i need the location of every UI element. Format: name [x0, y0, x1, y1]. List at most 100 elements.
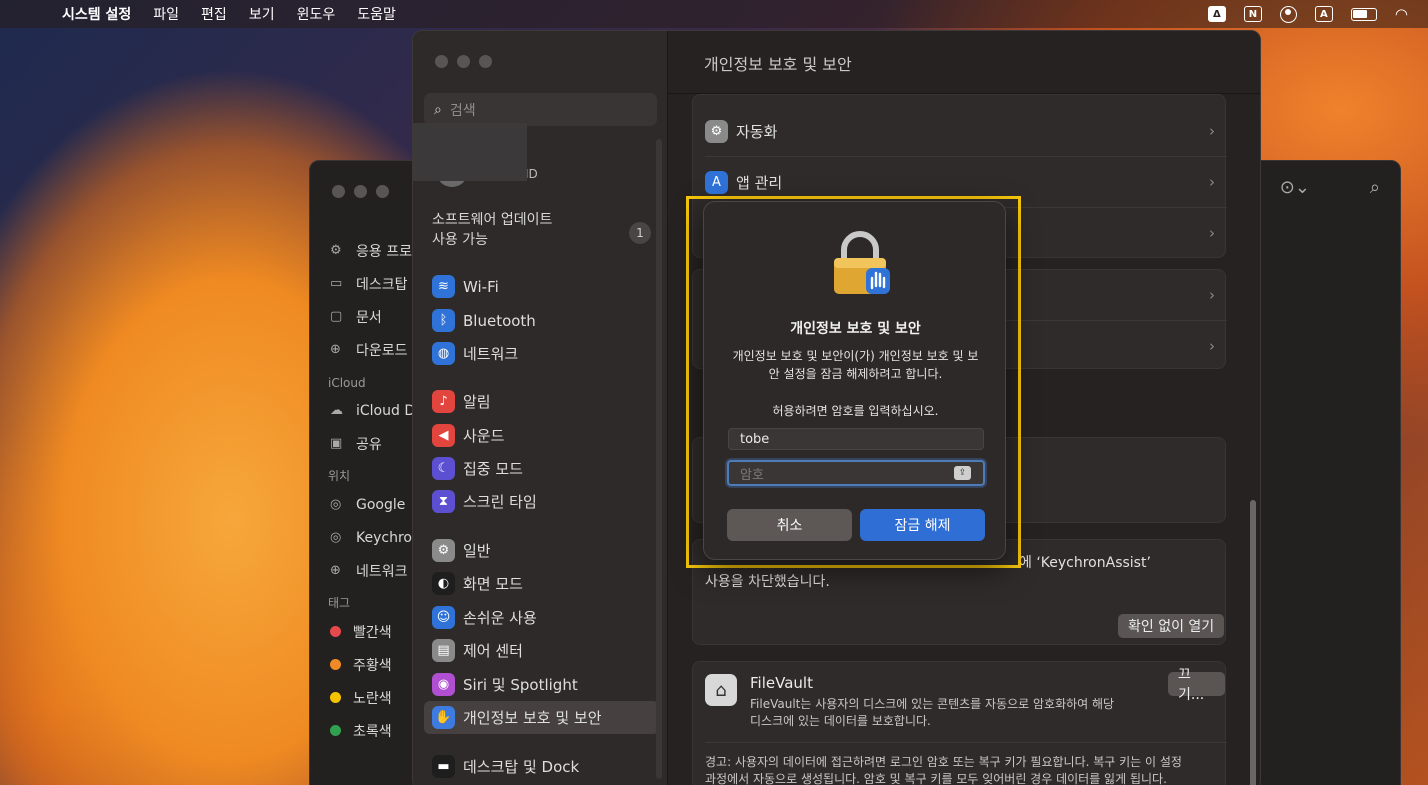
hourglass-icon: ⧗	[432, 490, 455, 513]
row-divider	[705, 742, 1227, 743]
sidebar-tag-green[interactable]: 초록색	[310, 714, 420, 747]
applications-icon: ⚙	[330, 243, 342, 258]
row-label: 앱 관리	[736, 173, 783, 192]
sidebar-item-label: Keychro	[356, 529, 412, 546]
menu-view[interactable]: 보기	[249, 4, 275, 24]
sidebar-scrollbar[interactable]	[656, 139, 662, 779]
appearance-icon: ◐	[432, 572, 455, 595]
username-field[interactable]: tobe	[728, 428, 984, 450]
user-status-icon[interactable]	[1279, 5, 1297, 23]
scrollbar-thumb[interactable]	[1250, 500, 1256, 785]
sidebar-item-general[interactable]: ⚙ 일반	[424, 534, 659, 567]
filevault-warning-2: 과정에서 자동으로 생성됩니다. 암호 및 복구 키를 모두 잊어버린 경우 데…	[705, 772, 1167, 785]
software-update-item[interactable]: 소프트웨어 업데이트 사용 가능 1	[432, 210, 657, 250]
menu-edit[interactable]: 편집	[201, 4, 227, 24]
speaker-icon: ◀	[432, 424, 455, 447]
sidebar-item-siri-spotlight[interactable]: ◉ Siri 및 Spotlight	[424, 668, 659, 701]
minimize-button[interactable]	[457, 55, 470, 68]
sidebar-item-screen-time[interactable]: ⧗ 스크린 타임	[424, 485, 659, 518]
sidebar-item-notifications[interactable]: ♪ 알림	[424, 385, 659, 418]
filevault-title: FileVault	[750, 674, 813, 692]
tag-dot-icon	[330, 725, 341, 736]
sidebar-item-label: 집중 모드	[463, 460, 523, 478]
main-scrollbar[interactable]	[1250, 95, 1256, 785]
update-line-1: 소프트웨어 업데이트	[432, 212, 553, 228]
sidebar-item-desktop-dock[interactable]: ▬ 데스크탑 및 Dock	[424, 750, 659, 783]
sidebar-item-focus[interactable]: ☾ 집중 모드	[424, 452, 659, 485]
sidebar-item-label: 응용 프로	[356, 243, 412, 260]
sidebar-tag-yellow[interactable]: 노란색	[310, 681, 420, 714]
drive-icon: ◎	[330, 497, 342, 512]
chevron-right-icon: ›	[1209, 122, 1215, 140]
battery-icon[interactable]	[1350, 7, 1377, 21]
wifi-status-icon[interactable]: ◠	[1395, 5, 1408, 23]
menu-window[interactable]: 윈도우	[297, 4, 336, 24]
sidebar-item-keychron[interactable]: ◎ Keychro	[310, 521, 420, 554]
dock-icon: ▬	[432, 755, 455, 778]
filevault-off-button[interactable]: 끄기...	[1168, 667, 1225, 703]
sidebar-item-wifi[interactable]: ≋ Wi-Fi	[424, 270, 659, 303]
dialog-title: 개인정보 보호 및 보안	[790, 321, 921, 337]
sidebar-item-bluetooth[interactable]: ᛒ Bluetooth	[424, 304, 659, 337]
filevault-desc-2: 디스크에 있는 데이터를 보호합니다.	[750, 714, 931, 728]
network-icon: ⊕	[330, 563, 341, 578]
sidebar-item-appearance[interactable]: ◐ 화면 모드	[424, 567, 659, 600]
sidebar-tag-red[interactable]: 빨간색	[310, 615, 420, 648]
sidebar-item-label: 문서	[356, 309, 382, 326]
sidebar-item-sound[interactable]: ◀ 사운드	[424, 419, 659, 452]
sidebar-item-accessibility[interactable]: ☺ 손쉬운 사용	[424, 601, 659, 634]
tag-dot-icon	[330, 692, 341, 703]
delta-status-icon[interactable]: Δ	[1207, 6, 1226, 22]
control-center-icon: ▤	[432, 639, 455, 662]
moon-icon: ☾	[432, 457, 455, 480]
sidebar-item-applications[interactable]: ⚙ 응용 프로	[310, 234, 420, 267]
input-source-icon[interactable]: A	[1314, 6, 1333, 22]
sidebar-item-label: 노란색	[353, 690, 392, 707]
blocked-text-tail: 에 ‘KeychronAssist’	[1019, 555, 1151, 571]
menu-app-name[interactable]: 시스템 설정	[62, 4, 131, 24]
zoom-button[interactable]	[479, 55, 492, 68]
close-button[interactable]	[435, 55, 448, 68]
n-status-icon[interactable]: N	[1243, 6, 1262, 22]
sidebar-item-control-center[interactable]: ▤ 제어 센터	[424, 634, 659, 667]
finder-toolbar-right: ⊙⌄ ⌕	[1280, 177, 1380, 198]
sidebar-item-google[interactable]: ◎ Google	[310, 488, 420, 521]
search-field[interactable]: ⌕ 검색	[424, 93, 657, 126]
sidebar-section-tags: 태그	[328, 596, 351, 610]
drive-icon: ◎	[330, 530, 342, 545]
password-field[interactable]: 암호 ⇪	[727, 460, 985, 486]
search-icon[interactable]: ⌕	[1370, 177, 1380, 198]
sidebar-item-network[interactable]: ⊕ 네트워크	[310, 554, 420, 587]
sidebar-item-downloads[interactable]: ⊕ 다운로드	[310, 333, 420, 366]
cancel-button[interactable]: 취소	[727, 509, 852, 541]
page-title: 개인정보 보호 및 보안	[704, 55, 852, 74]
menu-help[interactable]: 도움말	[357, 4, 396, 24]
menu-file[interactable]: 파일	[153, 4, 179, 24]
open-anyway-button[interactable]: 확인 없이 열기	[1118, 614, 1225, 638]
sidebar-item-network[interactable]: ◍ 네트워크	[424, 337, 659, 370]
sidebar-item-documents[interactable]: ▢ 문서	[310, 300, 420, 333]
menubar: 시스템 설정 파일 편집 보기 윈도우 도움말 Δ N A ◠	[0, 0, 1428, 28]
sidebar-item-label: iCloud D	[356, 402, 416, 419]
tag-dot-icon	[330, 626, 341, 637]
sidebar-tag-orange[interactable]: 주황색	[310, 648, 420, 681]
chevron-right-icon: ›	[1209, 224, 1215, 242]
caps-lock-icon: ⇪	[954, 466, 971, 480]
sidebar-item-desktop[interactable]: ▭ 데스크탑	[310, 267, 420, 300]
zoom-button[interactable]	[376, 185, 389, 198]
more-options-icon[interactable]: ⊙⌄	[1280, 177, 1310, 198]
row-automation[interactable]: ⚙ 자동화 ›	[693, 106, 1227, 156]
gears-icon: ⚙	[705, 119, 728, 143]
close-button[interactable]	[332, 185, 345, 198]
sidebar-item-shared[interactable]: ▣ 공유	[310, 427, 420, 460]
sidebar-item-label: 손쉬운 사용	[463, 609, 537, 627]
sidebar-section-locations: 위치	[328, 469, 351, 483]
document-icon: ▢	[330, 309, 343, 324]
filevault-warning-1: 경고: 사용자의 데이터에 접근하려면 로그인 암호 또는 복구 키가 필요합니…	[705, 755, 1182, 769]
sidebar-item-icloud-drive[interactable]: ☁ iCloud D	[310, 394, 420, 427]
sidebar-item-privacy-security[interactable]: ✋ 개인정보 보호 및 보안	[424, 701, 659, 734]
unlock-button[interactable]: 잠금 해제	[860, 509, 985, 541]
finder-window-controls	[332, 185, 389, 198]
row-label: 자동화	[736, 122, 778, 141]
minimize-button[interactable]	[354, 185, 367, 198]
